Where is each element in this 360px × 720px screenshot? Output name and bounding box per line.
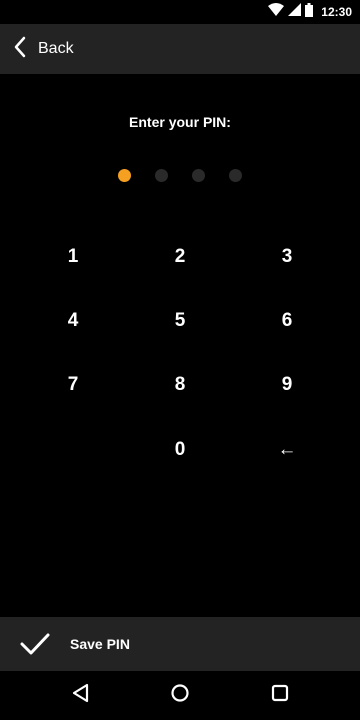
- nav-recents-button[interactable]: [250, 671, 310, 720]
- back-button[interactable]: Back: [0, 24, 84, 74]
- key-2[interactable]: 2: [135, 229, 225, 285]
- keypad: 1 2 3 4 5 6 7 8 9 0 ←: [0, 225, 360, 485]
- status-bar: 12:30: [0, 0, 360, 24]
- key-5[interactable]: 5: [135, 293, 225, 349]
- pin-entry-screen: 12:30 Back Enter your PIN: 1 2 3 4 5 6 7 8 9 0 ← S…: [0, 0, 360, 720]
- pin-dot-filled: [118, 169, 131, 182]
- nav-recents-icon: [271, 684, 289, 707]
- status-time: 12:30: [321, 5, 352, 19]
- cell-signal-icon: [288, 3, 302, 21]
- backspace-key[interactable]: ←: [242, 422, 332, 478]
- nav-back-button[interactable]: [50, 671, 110, 720]
- wifi-icon: [268, 3, 285, 21]
- pin-prompt: Enter your PIN:: [129, 114, 231, 130]
- back-label: Back: [38, 40, 74, 57]
- key-0[interactable]: 0: [135, 422, 225, 478]
- key-4[interactable]: 4: [28, 293, 118, 349]
- nav-back-icon: [71, 683, 89, 708]
- save-pin-label: Save PIN: [70, 636, 130, 652]
- check-icon: [20, 633, 50, 655]
- key-7[interactable]: 7: [28, 357, 118, 413]
- key-3[interactable]: 3: [242, 229, 332, 285]
- key-9[interactable]: 9: [242, 357, 332, 413]
- nav-home-icon: [170, 683, 190, 708]
- pin-dot-empty: [155, 169, 168, 182]
- pin-dot-empty: [192, 169, 205, 182]
- save-pin-button[interactable]: Save PIN: [0, 617, 360, 671]
- key-8[interactable]: 8: [135, 357, 225, 413]
- nav-home-button[interactable]: [150, 671, 210, 720]
- key-1[interactable]: 1: [28, 229, 118, 285]
- pin-dot-empty: [229, 169, 242, 182]
- battery-icon: [305, 2, 314, 22]
- app-bar: Back: [0, 24, 360, 74]
- status-icons: 12:30: [268, 2, 352, 22]
- pin-indicator: [0, 168, 360, 184]
- system-nav-bar: [0, 671, 360, 720]
- key-6[interactable]: 6: [242, 293, 332, 349]
- chevron-left-icon: [14, 36, 26, 63]
